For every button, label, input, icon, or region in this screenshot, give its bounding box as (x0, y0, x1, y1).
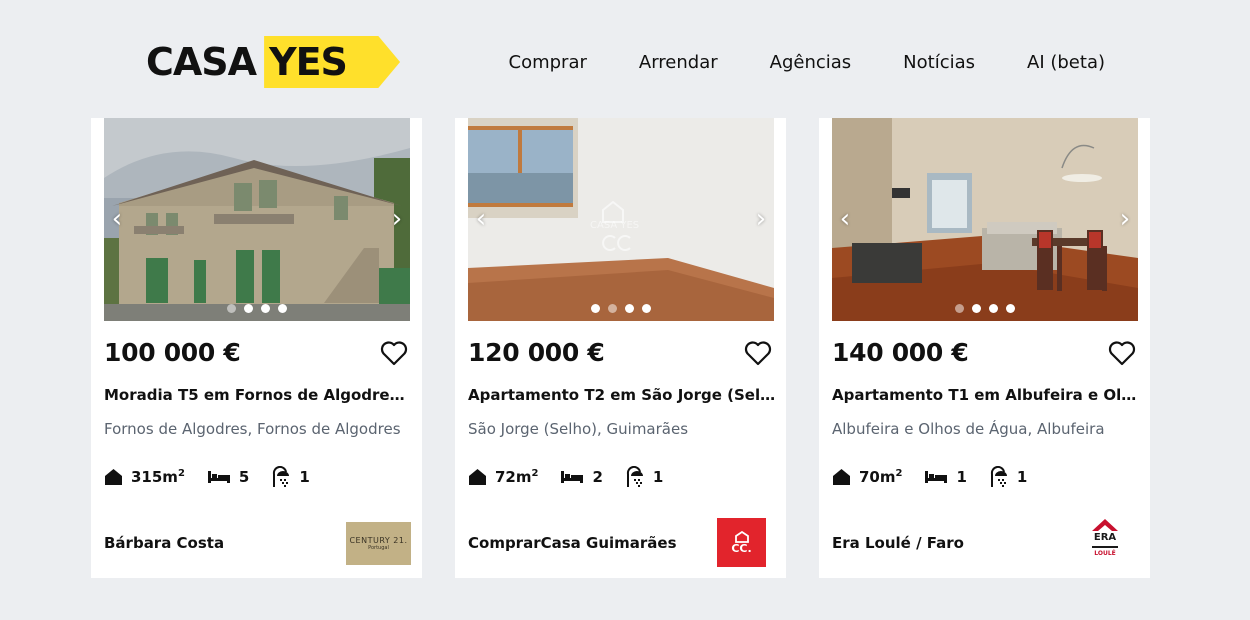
carousel-prev-icon[interactable]: ‹ (834, 206, 856, 232)
area-value: 72m2 (495, 468, 539, 486)
svg-text:CASA YES: CASA YES (590, 220, 639, 231)
area-value: 315m2 (131, 468, 185, 486)
carousel-dot[interactable] (625, 304, 634, 313)
listing-location: Albufeira e Olhos de Água, Albufeira (832, 420, 1105, 438)
listing-price: 120 000 € (468, 338, 605, 367)
favorite-heart-icon[interactable] (1108, 340, 1136, 366)
carousel-dot[interactable] (955, 304, 964, 313)
listing-photo-carousel[interactable]: ‹ › (832, 118, 1138, 321)
carousel-dots (468, 304, 774, 313)
listing-price: 140 000 € (832, 338, 969, 367)
carousel-dots (832, 304, 1138, 313)
agency-name[interactable]: Bárbara Costa (104, 534, 224, 552)
listing-card[interactable]: ‹ › 100 000 € Moradia T5 em Fornos de Al… (91, 118, 422, 578)
favorite-heart-icon[interactable] (380, 340, 408, 366)
area-feature: 72m2 (468, 468, 538, 486)
bedrooms-feature: 5 (207, 468, 249, 486)
listing-features: 315m2 5 1 (104, 466, 332, 488)
listing-features: 70m2 1 1 (832, 466, 1049, 488)
area-feature: 70m2 (832, 468, 902, 486)
carousel-dot[interactable] (261, 304, 270, 313)
house-area-icon (833, 469, 850, 485)
carousel-prev-icon[interactable]: ‹ (470, 206, 492, 232)
listing-card[interactable]: ‹ › 140 000 € Apartamento T1 em Albufeir… (819, 118, 1150, 578)
bedrooms-count: 1 (956, 468, 967, 486)
favorite-heart-icon[interactable] (744, 340, 772, 366)
comprarcasa-house-icon (734, 530, 749, 543)
nav-ai-beta[interactable]: AI (beta) (1027, 52, 1105, 74)
nav-comprar[interactable]: Comprar (509, 52, 587, 74)
era-roof-icon (1092, 519, 1118, 531)
nav-noticias[interactable]: Notícias (903, 52, 975, 74)
bathrooms-feature: 1 (989, 466, 1027, 488)
nav-arrendar[interactable]: Arrendar (639, 52, 718, 74)
bed-icon (561, 471, 584, 483)
listing-location: Fornos de Algodres, Fornos de Algodres (104, 420, 401, 438)
shower-icon (273, 466, 290, 487)
bathrooms-count: 1 (652, 468, 664, 486)
era-logo[interactable]: ERA LOULÉ (1089, 518, 1121, 566)
listing-photo-carousel[interactable]: CASA YES ‹ › (468, 118, 774, 321)
casayes-logo[interactable]: CASA YES (146, 36, 401, 88)
century21-logo[interactable]: CENTURY 21. Portugal (346, 522, 411, 565)
apartment-interior-photo (832, 118, 1138, 321)
carousel-dot[interactable] (278, 304, 287, 313)
listing-title[interactable]: Apartamento T2 em São Jorge (Selho), Gui… (468, 386, 776, 404)
listing-card[interactable]: CASA YES ‹ › 120 000 € Apartamento T2 em… (455, 118, 786, 578)
comprarcasa-logo[interactable]: CC. (717, 518, 766, 567)
bedrooms-count: 5 (238, 468, 250, 486)
carousel-dot[interactable] (972, 304, 981, 313)
bed-icon (925, 471, 948, 483)
house-area-icon (469, 469, 486, 485)
carousel-dot[interactable] (989, 304, 998, 313)
logo-yes-badge: YES (264, 36, 401, 88)
agency-name[interactable]: Era Loulé / Faro (832, 534, 964, 552)
carousel-dot[interactable] (642, 304, 651, 313)
carousel-next-icon[interactable]: › (386, 206, 408, 232)
listing-title[interactable]: Apartamento T1 em Albufeira e Olhos de Á… (832, 386, 1140, 404)
listing-features: 72m2 2 1 (468, 466, 685, 488)
shower-icon (626, 466, 643, 487)
bedrooms-feature: 2 (560, 468, 603, 486)
listing-price: 100 000 € (104, 338, 241, 367)
shower-icon (990, 466, 1007, 487)
carousel-next-icon[interactable]: › (750, 206, 772, 232)
apartment-photo: CASA YES (468, 118, 774, 321)
logo-casa-text: CASA (146, 40, 257, 84)
bathrooms-count: 1 (299, 468, 310, 486)
main-nav: Comprar Arrendar Agências Notícias AI (b… (509, 52, 1105, 74)
carousel-next-icon[interactable]: › (1114, 206, 1136, 232)
bed-icon (207, 471, 230, 483)
carousel-dot[interactable] (244, 304, 253, 313)
listing-title[interactable]: Moradia T5 em Fornos de Algodres, Fornos… (104, 386, 412, 404)
area-feature: 315m2 (104, 468, 185, 486)
house-photo (104, 118, 410, 321)
carousel-dot[interactable] (227, 304, 236, 313)
bathrooms-feature: 1 (271, 466, 310, 488)
carousel-prev-icon[interactable]: ‹ (106, 206, 128, 232)
bedrooms-count: 2 (592, 468, 603, 486)
agency-name[interactable]: ComprarCasa Guimarães (468, 534, 677, 552)
listing-location: São Jorge (Selho), Guimarães (468, 420, 689, 438)
carousel-dot[interactable] (1006, 304, 1015, 313)
nav-agencias[interactable]: Agências (770, 52, 852, 74)
listing-photo-carousel[interactable]: ‹ › (104, 118, 410, 321)
logo-yes-text: YES (269, 40, 348, 84)
bedrooms-feature: 1 (924, 468, 967, 486)
house-area-icon (105, 469, 122, 485)
bathrooms-feature: 1 (625, 466, 663, 488)
carousel-dots (104, 304, 410, 313)
carousel-dot[interactable] (608, 304, 617, 313)
area-value: 70m2 (859, 468, 903, 486)
bathrooms-count: 1 (1016, 468, 1028, 486)
carousel-dot[interactable] (591, 304, 600, 313)
